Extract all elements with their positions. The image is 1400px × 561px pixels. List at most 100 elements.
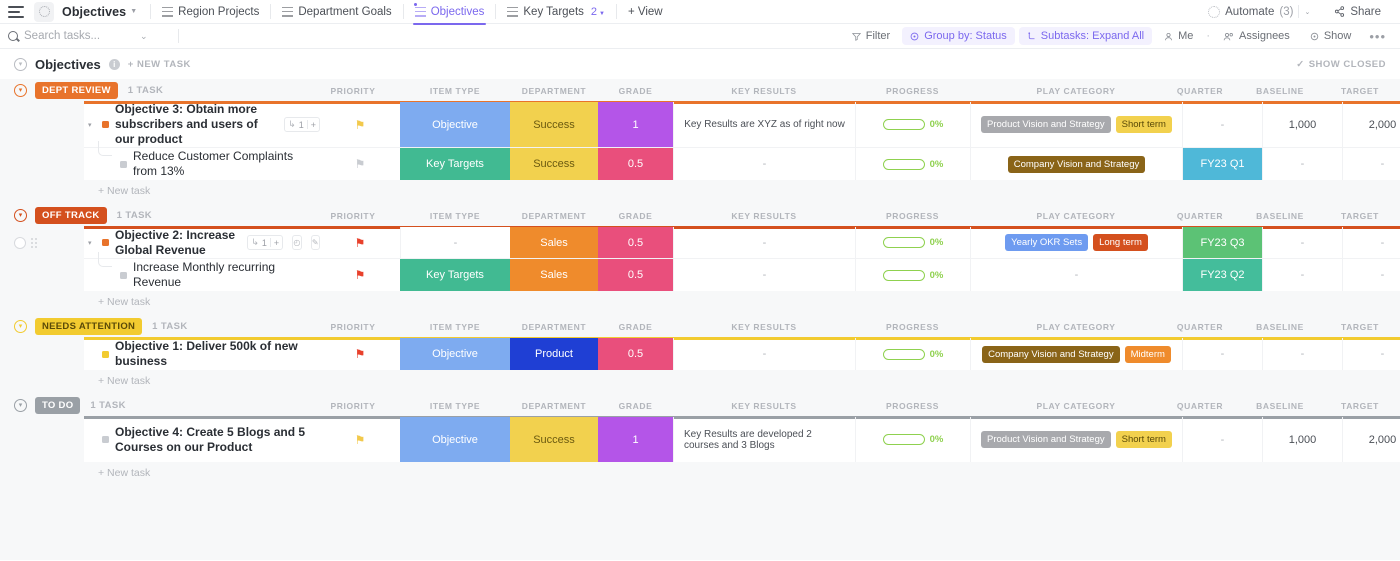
column-header-department[interactable]: DEPARTMENT [510, 322, 598, 332]
drag-handle-icon[interactable] [31, 238, 38, 249]
subtask-count-badge[interactable]: ↳ 1 + [284, 117, 320, 132]
add-view-button[interactable]: + View [618, 0, 673, 24]
key-results-cell[interactable]: Key Results are XYZ as of right now [673, 102, 855, 147]
target-cell[interactable]: - [1342, 338, 1400, 370]
progress-cell[interactable]: 0% [855, 148, 970, 180]
key-results-cell[interactable]: - [673, 338, 855, 370]
play-category-cell[interactable]: Yearly OKR Sets Long term [970, 227, 1182, 258]
grade-cell[interactable]: 1 [598, 417, 673, 462]
column-header-progress[interactable]: PROGRESS [855, 401, 970, 411]
tab-count[interactable]: 2 ▼ [591, 6, 605, 18]
tab-objectives[interactable]: Objectives [405, 0, 495, 25]
item-type-cell[interactable]: Key Targets [400, 259, 510, 291]
task-title[interactable]: Objective 1: Deliver 500k of new busines… [115, 339, 320, 369]
task-name-cell[interactable]: ▾ Objective 3: Obtain more subscribers an… [84, 102, 320, 147]
tab-department-goals[interactable]: Department Goals [272, 0, 401, 24]
item-type-cell[interactable]: Objective [400, 417, 510, 462]
quarter-cell[interactable]: - [1182, 338, 1262, 370]
baseline-cell[interactable]: - [1262, 259, 1342, 291]
add-task-row[interactable]: + New task [0, 291, 1400, 313]
play-category-tag[interactable]: Product Vision and Strategy [981, 431, 1111, 448]
column-header-quarter[interactable]: QUARTER [1160, 86, 1240, 96]
task-name-cell[interactable]: ▾ Objective 2: Increase Global Revenue ↳ 1 +… [84, 227, 320, 258]
item-type-cell[interactable]: Objective [400, 338, 510, 370]
department-cell[interactable]: Product [510, 338, 598, 370]
chevron-down-icon[interactable]: ⌄ [140, 31, 148, 42]
status-dot[interactable] [102, 121, 109, 128]
column-header-target[interactable]: TARGET [1320, 86, 1400, 96]
quarter-cell[interactable]: FY23 Q2 [1182, 259, 1262, 291]
quarter-cell[interactable]: - [1182, 417, 1262, 462]
target-cell[interactable]: - [1342, 227, 1400, 258]
target-cell[interactable]: 2,000 [1342, 102, 1400, 147]
column-header-quarter[interactable]: QUARTER [1160, 401, 1240, 411]
menu-icon[interactable] [8, 5, 24, 18]
new-task-button[interactable]: + NEW TASK [128, 59, 191, 70]
play-category-tag[interactable]: Short term [1115, 431, 1172, 448]
collapse-group-icon[interactable]: ▾ [14, 398, 27, 412]
priority-cell[interactable]: ⚑ [320, 338, 400, 370]
collapse-group-icon[interactable]: ▾ [14, 83, 27, 97]
add-subtask-icon[interactable]: + [274, 238, 279, 248]
column-header-progress[interactable]: PROGRESS [855, 322, 970, 332]
play-category-cell[interactable]: - [970, 259, 1182, 291]
progress-cell[interactable]: 0% [855, 338, 970, 370]
time-estimate-icon[interactable]: ◴ [292, 235, 302, 250]
table-row[interactable]: Objective 1: Deliver 500k of new busines… [84, 337, 1400, 370]
chevron-down-icon[interactable]: ▼ [130, 8, 137, 15]
item-type-cell[interactable]: Key Targets [400, 148, 510, 180]
column-header-baseline[interactable]: BASELINE [1240, 401, 1320, 411]
task-name-cell[interactable]: Increase Monthly recurring Revenue [84, 252, 320, 291]
item-type-cell[interactable]: Objective [400, 102, 510, 147]
column-header-department[interactable]: DEPARTMENT [510, 86, 598, 96]
expand-arrow-icon[interactable]: ▾ [88, 121, 96, 129]
target-cell[interactable]: - [1342, 148, 1400, 180]
column-header-grade[interactable]: GRADE [598, 211, 673, 221]
baseline-cell[interactable]: - [1262, 338, 1342, 370]
table-row[interactable]: Objective 4: Create 5 Blogs and 5 Course… [84, 416, 1400, 462]
task-title[interactable]: Reduce Customer Complaints from 13% [133, 149, 320, 179]
column-header-grade[interactable]: GRADE [598, 401, 673, 411]
info-icon[interactable]: i [108, 58, 120, 70]
column-header-priority[interactable]: PRIORITY [326, 401, 380, 411]
quarter-cell[interactable]: FY23 Q1 [1182, 148, 1262, 180]
collapse-list-icon[interactable]: ▾ [14, 57, 27, 71]
column-header-department[interactable]: DEPARTMENT [510, 211, 598, 221]
grade-cell[interactable]: 0.5 [598, 338, 673, 370]
status-dot[interactable] [102, 350, 109, 358]
more-options-button[interactable]: ••• [1363, 29, 1392, 44]
tab-region-projects[interactable]: Region Projects [152, 0, 269, 24]
play-category-tag[interactable]: Company Vision and Strategy [982, 345, 1120, 363]
task-title[interactable]: Objective 4: Create 5 Blogs and 5 Course… [115, 425, 320, 455]
subtasks-button[interactable]: Subtasks: Expand All [1018, 27, 1153, 45]
add-task-row[interactable]: + New task [0, 462, 1400, 484]
quarter-cell[interactable]: FY23 Q3 [1182, 227, 1262, 258]
progress-cell[interactable]: 0% [855, 417, 970, 462]
column-header-priority[interactable]: PRIORITY [326, 211, 380, 221]
column-header-key_results[interactable]: KEY RESULTS [673, 86, 855, 96]
group-by-button[interactable]: Group by: Status [902, 27, 1015, 45]
key-results-cell[interactable]: - [673, 148, 855, 180]
priority-cell[interactable]: ⚑ [320, 148, 400, 180]
baseline-cell[interactable]: - [1262, 148, 1342, 180]
target-cell[interactable]: 2,000 [1342, 417, 1400, 462]
status-badge[interactable]: OFF TRACK [35, 206, 107, 224]
baseline-cell[interactable]: 1,000 [1262, 102, 1342, 147]
target-cell[interactable]: - [1342, 259, 1400, 291]
play-category-cell[interactable]: Company Vision and Strategy [970, 148, 1182, 180]
column-header-quarter[interactable]: QUARTER [1160, 211, 1240, 221]
add-subtask-icon[interactable]: + [311, 120, 316, 130]
edit-icon[interactable]: ✎ [310, 235, 320, 250]
progress-cell[interactable]: 0% [855, 102, 970, 147]
status-badge[interactable]: DEPT REVIEW [35, 81, 118, 99]
column-header-target[interactable]: TARGET [1320, 211, 1400, 221]
table-row[interactable]: ▾ Objective 3: Obtain more subscribers an… [84, 101, 1400, 148]
column-header-baseline[interactable]: BASELINE [1240, 86, 1320, 96]
column-header-progress[interactable]: PROGRESS [855, 86, 970, 96]
column-header-item_type[interactable]: ITEM TYPE [400, 401, 510, 411]
automate-button[interactable]: Automate (3) ⌄ [1199, 2, 1319, 21]
column-header-play_category[interactable]: PLAY CATEGORY [970, 401, 1182, 411]
column-header-item_type[interactable]: ITEM TYPE [400, 211, 510, 221]
column-header-item_type[interactable]: ITEM TYPE [400, 322, 510, 332]
column-header-baseline[interactable]: BASELINE [1240, 211, 1320, 221]
